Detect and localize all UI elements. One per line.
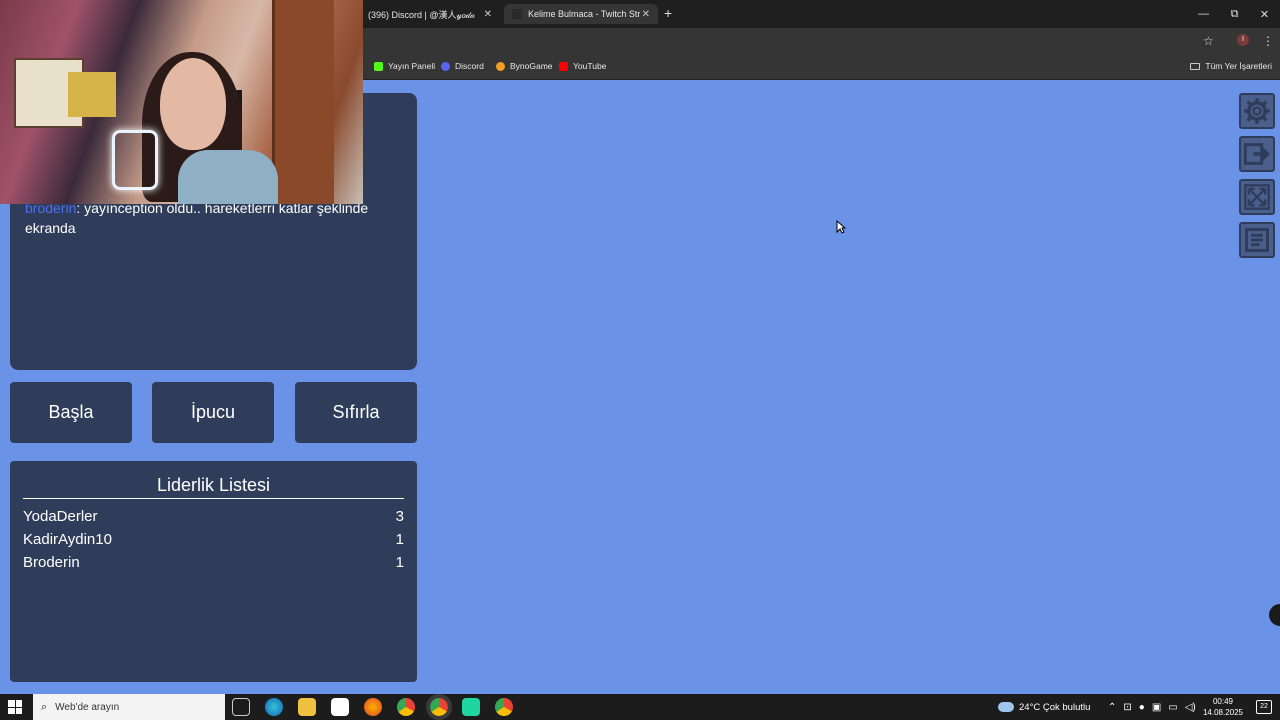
bookmark-bynogame[interactable]: BynoGame bbox=[496, 61, 553, 71]
tab-title: Kelime Bulmaca - Twitch Stream bbox=[528, 9, 640, 19]
tab-title: (396) Discord | @漢人𝓎𝑜𝒹𝒶 bbox=[368, 9, 476, 20]
system-tray: ⌃ ⊡ ● ▣ ▭ ◁) bbox=[1108, 694, 1196, 720]
menu-icon[interactable]: ⋮ bbox=[1262, 34, 1274, 48]
restore-button[interactable]: ⧉ bbox=[1219, 0, 1250, 28]
wifi-icon[interactable]: ▭ bbox=[1168, 702, 1177, 713]
notes-button[interactable] bbox=[1239, 222, 1275, 258]
close-icon[interactable]: ✕ bbox=[484, 9, 492, 20]
close-icon[interactable]: ✕ bbox=[642, 9, 650, 20]
bookmark-youtube[interactable]: YouTube bbox=[559, 61, 606, 71]
profile-avatar[interactable]: I bbox=[1237, 34, 1249, 46]
minimize-button[interactable]: — bbox=[1188, 0, 1219, 28]
youtube-icon bbox=[559, 61, 568, 71]
edge-icon[interactable] bbox=[265, 698, 283, 716]
app-icon[interactable] bbox=[462, 698, 480, 716]
door bbox=[272, 0, 334, 204]
chat-text: : yayınception oldu.. hareketlerri katla… bbox=[25, 200, 369, 236]
tab-discord[interactable]: (396) Discord | @漢人𝓎𝑜𝒹𝒶 ✕ bbox=[360, 4, 500, 24]
chat-message: broderin: yayınception oldu.. hareketler… bbox=[25, 198, 395, 238]
favicon-icon bbox=[512, 9, 522, 19]
chrome-active-icon[interactable] bbox=[426, 694, 452, 720]
volume-icon[interactable]: ◁) bbox=[1185, 702, 1196, 713]
network-app-icon[interactable]: ⊡ bbox=[1123, 702, 1131, 713]
all-bookmarks[interactable]: Tüm Yer İşaretleri bbox=[1190, 61, 1272, 71]
chrome-icon[interactable] bbox=[397, 698, 415, 716]
bookmark-yayin-paneli[interactable]: Yayın Paneli bbox=[374, 61, 435, 71]
search-placeholder: Web'de arayın bbox=[55, 701, 120, 713]
gear-icon bbox=[1244, 98, 1270, 124]
chrome-icon[interactable] bbox=[495, 698, 513, 716]
player-score: 1 bbox=[395, 554, 404, 571]
leaderboard-row: KadirAydin10 1 bbox=[23, 531, 404, 548]
leaderboard-title: Liderlik Listesi bbox=[23, 475, 404, 499]
microphone-tray-icon[interactable]: ● bbox=[1139, 702, 1145, 713]
weather-widget[interactable]: 24°C Çok bulutlu bbox=[998, 694, 1090, 720]
cloud-icon bbox=[998, 702, 1014, 712]
player-score: 3 bbox=[395, 508, 404, 525]
leaderboard-row: Broderin 1 bbox=[23, 554, 404, 571]
streamer-face bbox=[160, 58, 226, 150]
taskbar-clock[interactable]: 00:49 14.08.2025 bbox=[1200, 696, 1246, 718]
new-tab-button[interactable]: + bbox=[664, 4, 672, 22]
notes-icon bbox=[1245, 228, 1269, 252]
bookmark-label: BynoGame bbox=[510, 61, 553, 71]
tab-kelime-bulmaca[interactable]: Kelime Bulmaca - Twitch Stream ✕ bbox=[504, 4, 658, 24]
fullscreen-button[interactable] bbox=[1239, 179, 1275, 215]
search-icon: ⌕ bbox=[41, 700, 48, 713]
start-button[interactable]: Başla bbox=[10, 382, 132, 443]
leaderboard-row: YodaDerler 3 bbox=[23, 508, 404, 525]
mouse-cursor-icon bbox=[836, 220, 846, 234]
chevron-up-icon[interactable]: ⌃ bbox=[1108, 702, 1116, 713]
settings-button[interactable] bbox=[1239, 93, 1275, 129]
all-bookmarks-label: Tüm Yer İşaretleri bbox=[1205, 61, 1272, 71]
exit-icon bbox=[1243, 143, 1270, 165]
folder-icon bbox=[1190, 62, 1201, 70]
streamer-body bbox=[178, 150, 278, 204]
leaderboard: Liderlik Listesi YodaDerler 3 KadirAydin… bbox=[10, 461, 417, 682]
player-score: 1 bbox=[395, 531, 404, 548]
wall-poster bbox=[68, 72, 116, 117]
close-window-button[interactable]: ✕ bbox=[1249, 0, 1280, 28]
exit-button[interactable] bbox=[1239, 136, 1275, 172]
hint-button[interactable]: İpucu bbox=[152, 382, 274, 443]
player-name: KadirAydin10 bbox=[23, 531, 112, 548]
reset-button[interactable]: Sıfırla bbox=[295, 382, 417, 443]
bookmark-label: YouTube bbox=[573, 61, 607, 71]
player-name: Broderin bbox=[23, 554, 80, 571]
bookmark-discord[interactable]: Discord bbox=[441, 61, 484, 71]
clock-date: 14.08.2025 bbox=[1202, 708, 1244, 717]
side-panel-toggle-button[interactable] bbox=[1267, 602, 1280, 628]
webcam-overlay bbox=[0, 0, 363, 204]
discord-icon bbox=[441, 61, 450, 71]
fullscreen-icon bbox=[1244, 184, 1270, 210]
file-explorer-icon[interactable] bbox=[298, 698, 316, 716]
windows-start-icon[interactable] bbox=[8, 700, 22, 714]
bookmark-label: Yayın Paneli bbox=[388, 61, 436, 71]
weather-text: 24°C Çok bulutlu bbox=[1019, 701, 1091, 713]
star-icon[interactable]: ☆ bbox=[1203, 34, 1214, 48]
firefox-icon[interactable] bbox=[364, 698, 382, 716]
taskbar: ⌕ Web'de arayın 24°C Çok bulutlu ⌃ ⊡ ● ▣… bbox=[0, 694, 1280, 720]
task-view-icon[interactable] bbox=[232, 698, 250, 716]
bynogame-icon bbox=[496, 61, 505, 71]
bookmark-label: Discord bbox=[455, 61, 484, 71]
microphone-icon bbox=[112, 130, 158, 190]
store-icon[interactable] bbox=[331, 698, 349, 716]
notification-badge[interactable]: 22 bbox=[1256, 700, 1272, 714]
clock-time: 00:49 bbox=[1212, 697, 1234, 706]
player-name: YodaDerler bbox=[23, 508, 98, 525]
kick-icon bbox=[374, 61, 383, 71]
taskbar-search[interactable]: ⌕ Web'de arayın bbox=[33, 694, 225, 720]
screen-icon[interactable]: ▣ bbox=[1152, 702, 1161, 713]
